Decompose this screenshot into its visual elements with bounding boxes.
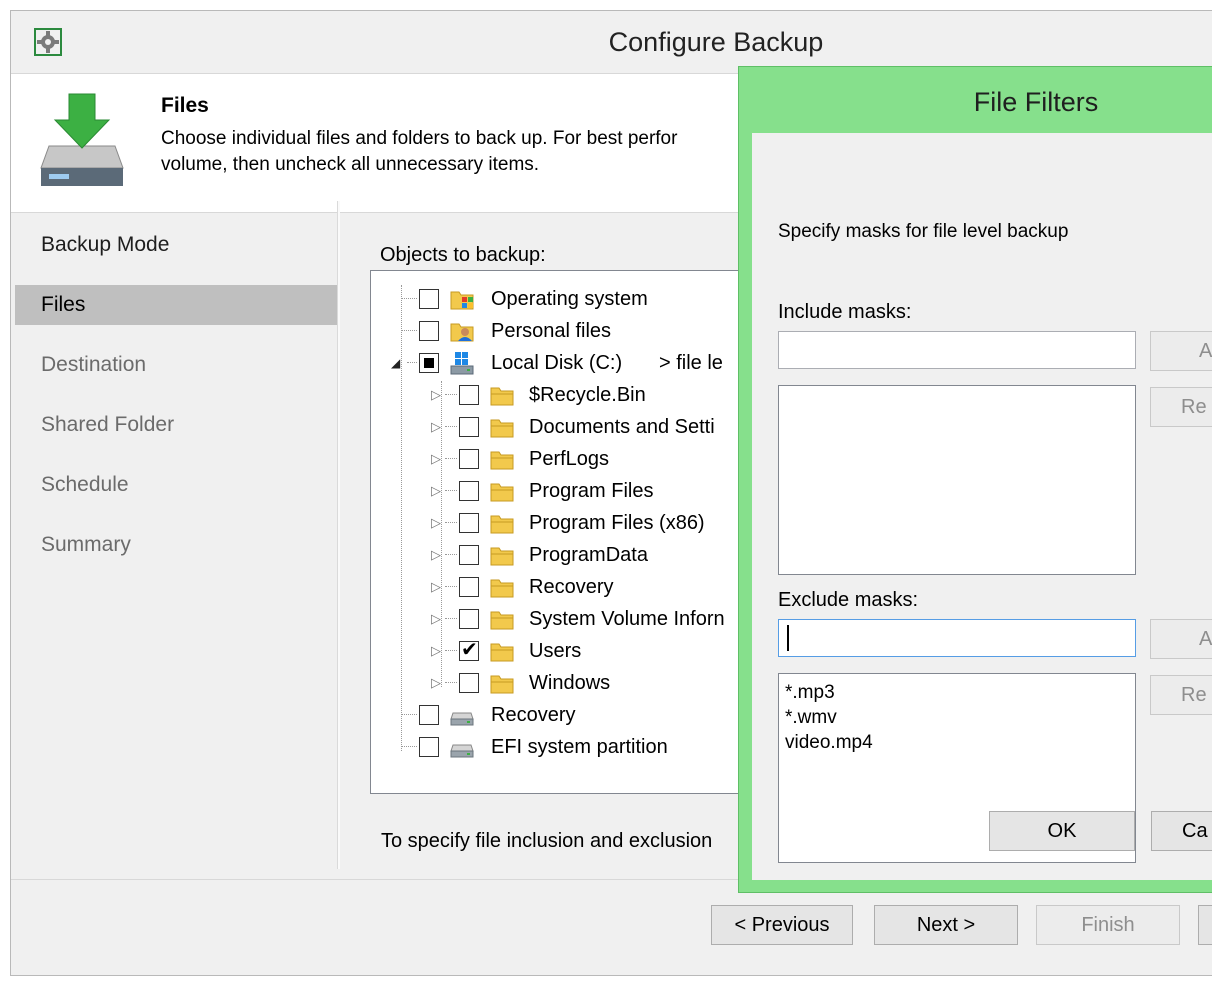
checkbox-programdata[interactable] xyxy=(459,545,479,565)
list-item[interactable]: video.mp4 xyxy=(779,730,1135,755)
window-title: Configure Backup xyxy=(608,27,824,57)
folder-icon xyxy=(490,643,514,662)
folder-icon xyxy=(490,483,514,502)
folder-icon xyxy=(490,387,514,406)
dialog-body: Specify masks for file level backup Incl… xyxy=(752,133,1212,880)
tree-item-recycle-bin[interactable]: ▷ $Recycle.Bin xyxy=(371,379,749,411)
cancel-button-partial[interactable] xyxy=(1198,905,1212,945)
checkbox-users[interactable]: ✔ xyxy=(459,639,479,661)
step-summary[interactable]: Summary xyxy=(15,525,337,565)
windows-flag-folder-icon xyxy=(450,291,474,310)
title-bar: Configure Backup xyxy=(11,11,1212,73)
checkbox-windows[interactable] xyxy=(459,673,479,693)
tree-item-efi-system-partition[interactable]: EFI system partition xyxy=(371,731,749,763)
exclude-remove-button[interactable]: Re xyxy=(1150,675,1212,715)
include-masks-list[interactable] xyxy=(778,385,1136,575)
tree-item-documents-and-settings[interactable]: ▷ Documents and Setti xyxy=(371,411,749,443)
include-add-button[interactable]: A xyxy=(1150,331,1212,371)
step-shared-folder[interactable]: Shared Folder xyxy=(15,405,337,445)
checkbox-local-disk[interactable] xyxy=(419,353,439,373)
checkbox-efi-system-partition[interactable] xyxy=(419,737,439,757)
tree-item-local-disk[interactable]: ◢ Local Disk (C:) > file le xyxy=(371,347,749,379)
list-item[interactable]: *.mp3 xyxy=(779,680,1135,705)
objects-tree[interactable]: Operating system Personal files ◢ Local … xyxy=(370,270,750,794)
checkbox-program-files-x86[interactable] xyxy=(459,513,479,533)
checkbox-documents-and-settings[interactable] xyxy=(459,417,479,437)
exclude-add-button[interactable]: A xyxy=(1150,619,1212,659)
step-destination[interactable]: Destination xyxy=(15,345,337,385)
checkbox-recycle-bin[interactable] xyxy=(459,385,479,405)
folder-icon xyxy=(490,579,514,598)
checkbox-system-volume-information[interactable] xyxy=(459,609,479,629)
tree-item-users[interactable]: ▷ ✔ Users xyxy=(371,635,749,667)
tree-item-programdata[interactable]: ▷ ProgramData xyxy=(371,539,749,571)
tree-item-windows[interactable]: ▷ Windows xyxy=(371,667,749,699)
expand-arrow-icon[interactable]: ▷ xyxy=(431,539,441,571)
expand-arrow-icon[interactable]: ▷ xyxy=(431,635,441,667)
folder-icon xyxy=(490,611,514,630)
checkbox-program-files[interactable] xyxy=(459,481,479,501)
folder-icon xyxy=(490,451,514,470)
drive-icon xyxy=(450,744,474,758)
tree-item-personal-files[interactable]: Personal files xyxy=(371,315,749,347)
dialog-title: File Filters xyxy=(973,87,1099,117)
drive-icon xyxy=(450,712,474,726)
expand-arrow-icon[interactable]: ▷ xyxy=(431,667,441,699)
include-mask-input[interactable] xyxy=(778,331,1136,369)
file-filters-dialog: File Filters Specify masks for file leve… xyxy=(738,66,1212,893)
dialog-subtitle: Specify masks for file level backup xyxy=(778,221,1069,242)
exclude-masks-label: Exclude masks: xyxy=(778,589,919,611)
expand-arrow-icon[interactable]: ▷ xyxy=(431,571,441,603)
include-masks-label: Include masks: xyxy=(778,301,912,323)
list-item[interactable]: *.wmv xyxy=(779,705,1135,730)
sidebar-divider xyxy=(337,201,340,869)
folder-icon xyxy=(490,419,514,438)
header-description: Choose individual files and folders to b… xyxy=(161,128,678,175)
checkbox-personal-files[interactable] xyxy=(419,321,439,341)
header-title: Files xyxy=(161,94,209,117)
checkbox-perflogs[interactable] xyxy=(459,449,479,469)
finish-button[interactable]: Finish xyxy=(1036,905,1180,945)
next-button[interactable]: Next > xyxy=(874,905,1018,945)
exclude-mask-input[interactable] xyxy=(778,619,1136,657)
file-level-link[interactable]: > file le xyxy=(659,347,723,379)
ok-button[interactable]: OK xyxy=(989,811,1135,851)
checkbox-recovery-partition[interactable] xyxy=(419,705,439,725)
folder-icon xyxy=(490,547,514,566)
tree-item-recovery-partition[interactable]: Recovery xyxy=(371,699,749,731)
expand-arrow-icon[interactable]: ▷ xyxy=(431,475,441,507)
previous-button[interactable]: < Previous xyxy=(711,905,853,945)
step-backup-mode[interactable]: Backup Mode xyxy=(15,225,337,265)
filter-hint-text: To specify file inclusion and exclusion xyxy=(381,830,713,852)
tree-item-program-files-x86[interactable]: ▷ Program Files (x86) xyxy=(371,507,749,539)
include-remove-button[interactable]: Re xyxy=(1150,387,1212,427)
expand-arrow-icon[interactable]: ▷ xyxy=(431,379,441,411)
tree-item-system-volume-information[interactable]: ▷ System Volume Inforn xyxy=(371,603,749,635)
step-files[interactable]: Files xyxy=(15,285,337,325)
checkmark-icon: ✔ xyxy=(461,639,478,661)
windows-drive-icon xyxy=(450,352,474,375)
user-folder-icon xyxy=(450,323,474,342)
tree-item-perflogs[interactable]: ▷ PerfLogs xyxy=(371,443,749,475)
expand-arrow-icon[interactable]: ▷ xyxy=(431,411,441,443)
objects-to-backup-label: Objects to backup: xyxy=(380,244,546,266)
tree-item-recovery-folder[interactable]: ▷ Recovery xyxy=(371,571,749,603)
checkbox-recovery-folder[interactable] xyxy=(459,577,479,597)
dialog-cancel-button[interactable]: Ca xyxy=(1151,811,1212,851)
folder-icon xyxy=(490,515,514,534)
step-schedule[interactable]: Schedule xyxy=(15,465,337,505)
folder-icon xyxy=(490,675,514,694)
text-caret xyxy=(787,625,789,651)
backup-drive-icon xyxy=(40,93,124,186)
checkbox-operating-system[interactable] xyxy=(419,289,439,309)
expand-arrow-icon[interactable]: ▷ xyxy=(431,443,441,475)
collapse-arrow-icon[interactable]: ◢ xyxy=(391,347,400,379)
tree-item-program-files[interactable]: ▷ Program Files xyxy=(371,475,749,507)
wizard-steps: Backup Mode Files Destination Shared Fol… xyxy=(15,201,337,869)
expand-arrow-icon[interactable]: ▷ xyxy=(431,603,441,635)
expand-arrow-icon[interactable]: ▷ xyxy=(431,507,441,539)
tree-item-operating-system[interactable]: Operating system xyxy=(371,283,749,315)
